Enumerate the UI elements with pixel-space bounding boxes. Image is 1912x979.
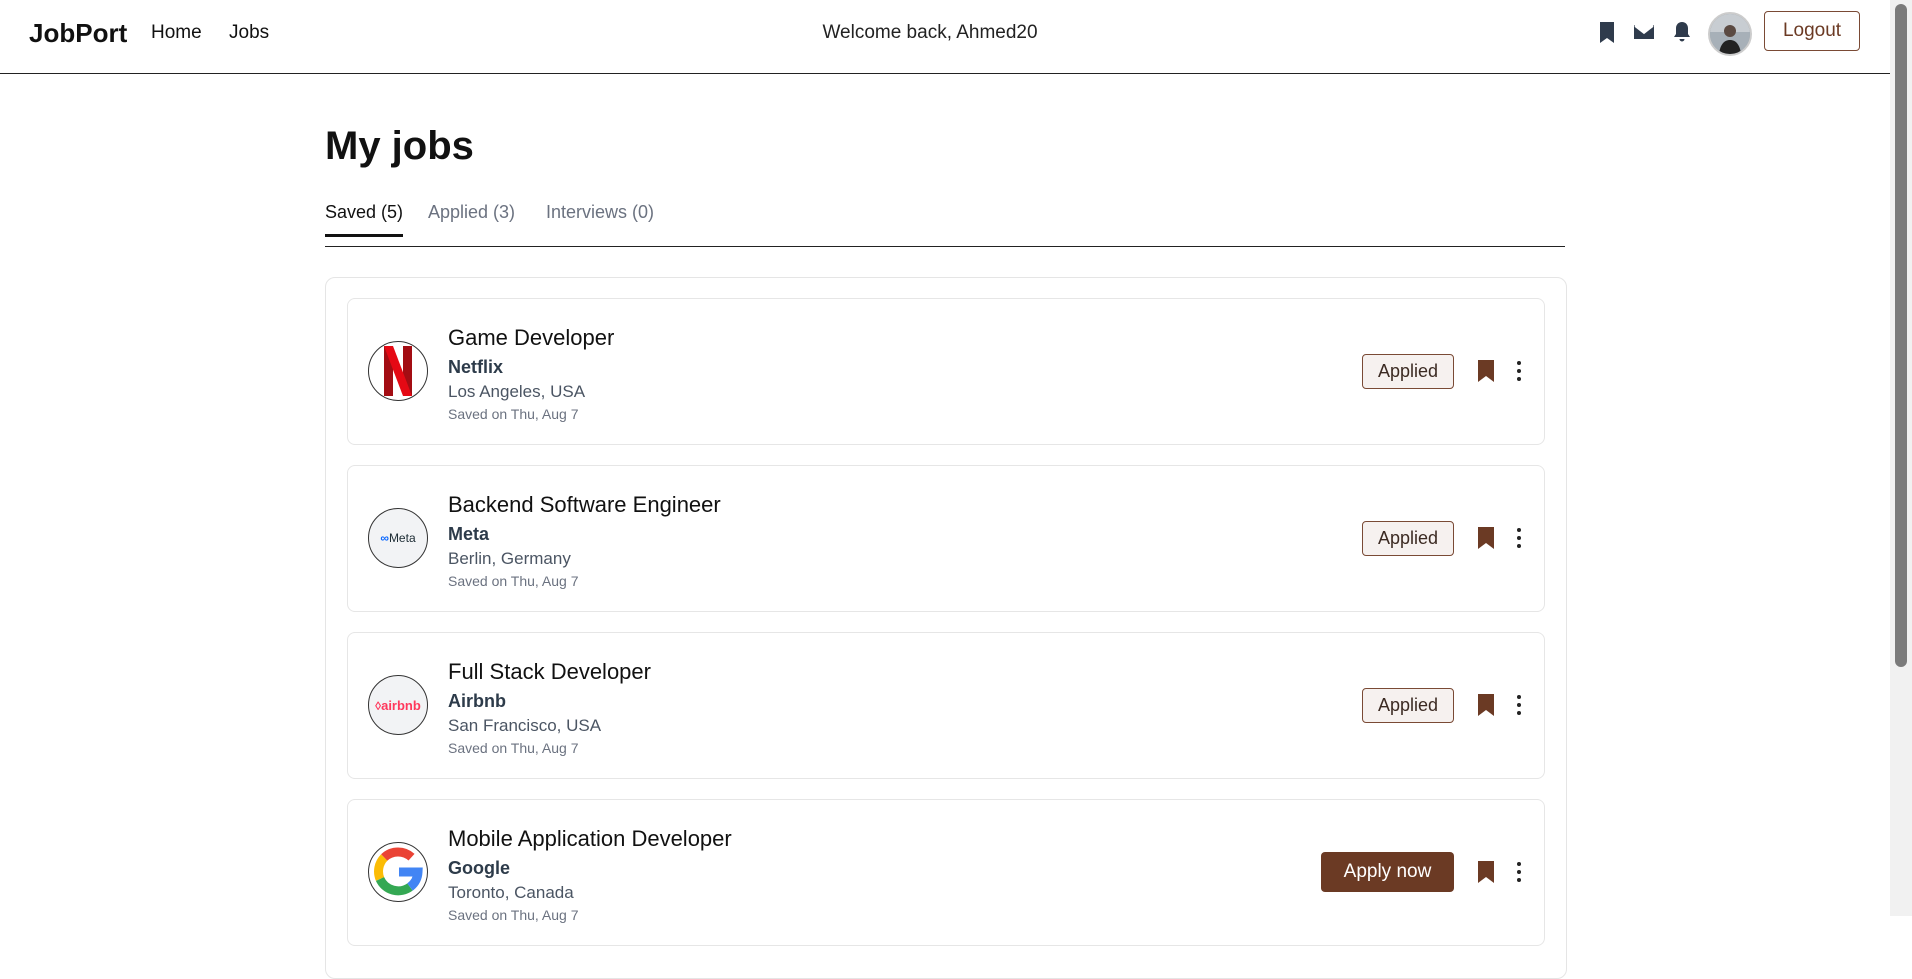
- meta-infinity-icon: ∞: [380, 531, 389, 545]
- airbnb-logo-text: ◊airbnb: [375, 697, 421, 713]
- saved-date: Saved on Thu, Aug 7: [448, 406, 579, 422]
- bell-icon[interactable]: [1670, 20, 1694, 44]
- applied-status-button[interactable]: Applied: [1362, 521, 1454, 556]
- welcome-message: Welcome back, Ahmed20: [822, 22, 1038, 43]
- netflix-logo-mark: [384, 346, 412, 396]
- tab-saved[interactable]: Saved (5): [325, 202, 404, 237]
- applied-status-button[interactable]: Applied: [1362, 688, 1454, 723]
- page-title: My jobs: [325, 124, 474, 168]
- mail-icon[interactable]: [1632, 20, 1656, 44]
- saved-date: Saved on Thu, Aug 7: [448, 573, 579, 589]
- bookmark-icon[interactable]: [1476, 526, 1496, 550]
- google-g-mark: [374, 847, 423, 896]
- saved-jobs-list: Game Developer Netflix Los Angeles, USA …: [325, 277, 1567, 979]
- meta-logo: ∞Meta: [368, 508, 428, 568]
- company-name: Netflix: [448, 357, 504, 377]
- bookmark-icon[interactable]: [1476, 693, 1496, 717]
- more-options-icon[interactable]: [1514, 860, 1524, 884]
- airbnb-logo: ◊airbnb: [368, 675, 428, 735]
- top-navbar: JobPort Home Jobs Welcome back, Ahmed20 …: [0, 0, 1890, 74]
- job-title[interactable]: Backend Software Engineer: [448, 492, 721, 518]
- apply-now-button[interactable]: Apply now: [1321, 852, 1454, 892]
- job-location: San Francisco, USA: [448, 716, 602, 735]
- job-tabs: Saved (5) Applied (3) Interviews (0): [325, 200, 1565, 247]
- job-title[interactable]: Game Developer: [448, 325, 614, 351]
- page-scrollbar[interactable]: [1890, 0, 1912, 916]
- job-card[interactable]: Mobile Application Developer Google Toro…: [347, 799, 1545, 946]
- applied-status-button[interactable]: Applied: [1362, 354, 1454, 389]
- job-title[interactable]: Mobile Application Developer: [448, 826, 732, 852]
- tab-applied[interactable]: Applied (3): [428, 202, 515, 223]
- netflix-logo: [368, 341, 428, 401]
- more-options-icon[interactable]: [1514, 359, 1524, 383]
- job-card[interactable]: ∞Meta Backend Software Engineer Meta Ber…: [347, 465, 1545, 612]
- avatar-image: [1710, 14, 1750, 54]
- bookmark-icon[interactable]: [1595, 20, 1619, 44]
- saved-date: Saved on Thu, Aug 7: [448, 740, 579, 756]
- company-name: Airbnb: [448, 691, 506, 711]
- more-options-icon[interactable]: [1514, 526, 1524, 550]
- google-logo: [368, 842, 428, 902]
- company-name: Google: [448, 858, 510, 878]
- tab-interviews[interactable]: Interviews (0): [546, 202, 654, 223]
- bookmark-icon[interactable]: [1476, 359, 1496, 383]
- logout-button[interactable]: Logout: [1764, 11, 1860, 51]
- job-location: Berlin, Germany: [448, 549, 571, 568]
- more-options-icon[interactable]: [1514, 693, 1524, 717]
- job-title[interactable]: Full Stack Developer: [448, 659, 651, 685]
- meta-logo-text: ∞Meta: [380, 531, 416, 545]
- company-name: Meta: [448, 524, 490, 544]
- scrollbar-thumb[interactable]: [1895, 4, 1907, 667]
- job-location: Toronto, Canada: [448, 883, 574, 902]
- job-card[interactable]: Game Developer Netflix Los Angeles, USA …: [347, 298, 1545, 445]
- user-avatar[interactable]: [1708, 12, 1752, 56]
- bookmark-icon[interactable]: [1476, 860, 1496, 884]
- job-location: Los Angeles, USA: [448, 382, 586, 401]
- saved-date: Saved on Thu, Aug 7: [448, 907, 579, 923]
- job-card[interactable]: ◊airbnb Full Stack Developer Airbnb San …: [347, 632, 1545, 779]
